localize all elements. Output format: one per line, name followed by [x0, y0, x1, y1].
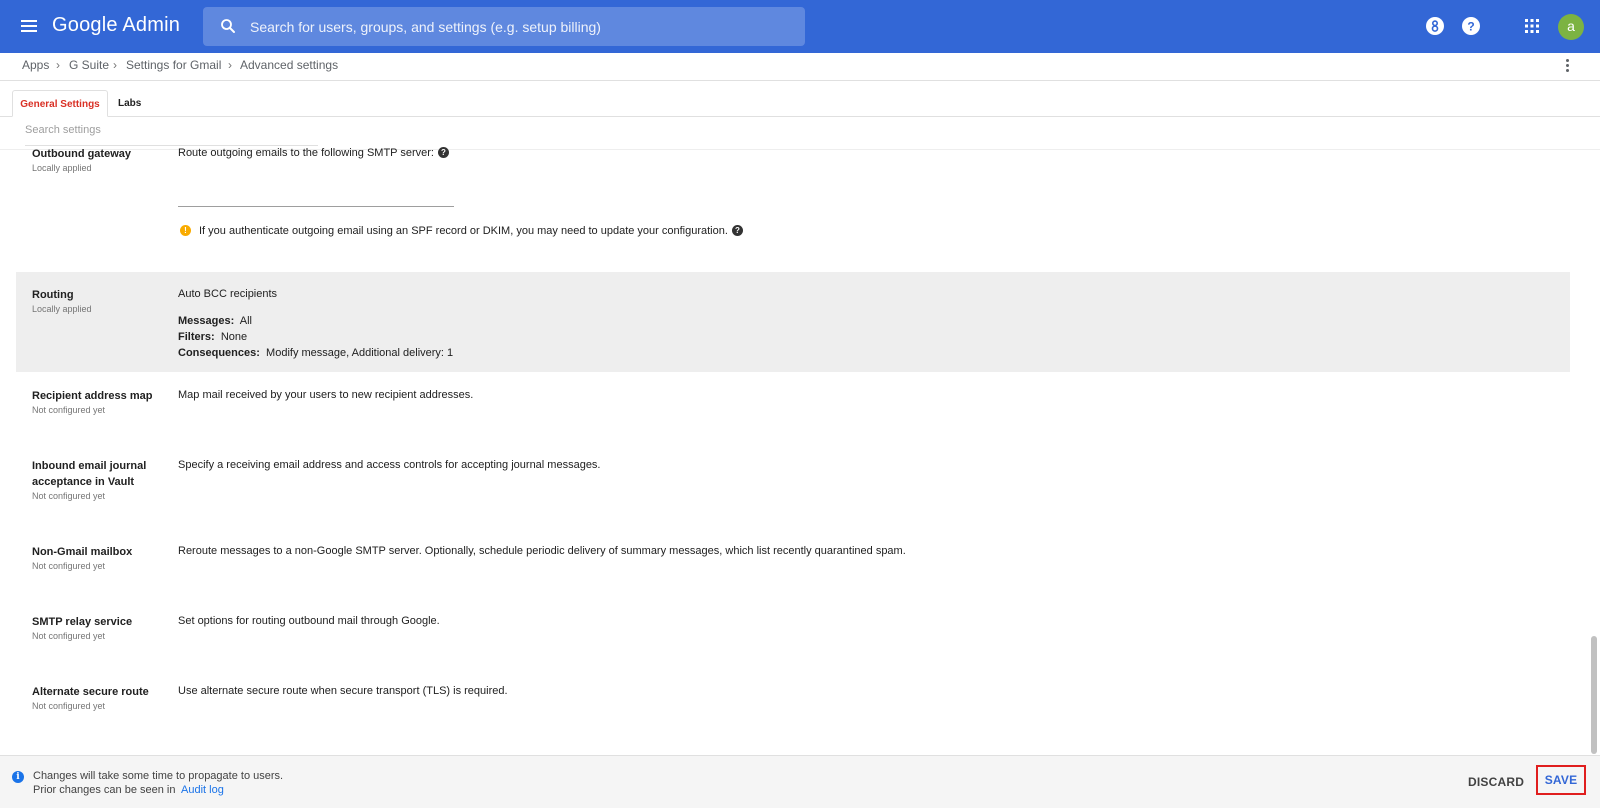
recipient-address-map-status: Not configured yet: [32, 405, 106, 415]
divider: [0, 80, 1600, 81]
routing-status: Locally applied: [32, 304, 92, 314]
discard-button[interactable]: DISCARD: [1468, 775, 1524, 789]
routing-title[interactable]: Routing: [32, 288, 74, 303]
routing-consequences-label: Consequences:: [178, 347, 260, 359]
search-icon: [221, 19, 235, 33]
non-gmail-mailbox-description[interactable]: Reroute messages to a non-Google SMTP se…: [178, 545, 906, 557]
settings-search-input[interactable]: Search settings: [25, 124, 315, 146]
info-icon: i: [12, 771, 24, 783]
help-icon[interactable]: ?: [731, 225, 743, 236]
smtp-relay-status: Not configured yet: [32, 631, 106, 641]
alternate-secure-route-title[interactable]: Alternate secure route: [32, 685, 149, 700]
routing-messages-label: Messages:: [178, 315, 235, 327]
breadcrumb-advanced-settings: Advanced settings: [240, 58, 339, 72]
inbound-journal-title-line1[interactable]: Inbound email journal: [32, 459, 146, 474]
tab-labs[interactable]: Labs: [118, 90, 141, 117]
recipient-address-map-title[interactable]: Recipient address map: [32, 389, 152, 404]
inbound-journal-description[interactable]: Specify a receiving email address and ac…: [178, 459, 601, 471]
outbound-gateway-warning: If you authenticate outgoing email using…: [199, 225, 743, 237]
outbound-gateway-status: Locally applied: [32, 163, 92, 173]
help-icon[interactable]: ?: [437, 147, 449, 158]
smtp-relay-description[interactable]: Set options for routing outbound mail th…: [178, 615, 440, 627]
recipient-address-map-description[interactable]: Map mail received by your users to new r…: [178, 389, 473, 401]
save-bar: i Changes will take some time to propaga…: [0, 755, 1600, 808]
app-title[interactable]: Google Admin: [52, 14, 180, 37]
main-menu-icon[interactable]: [18, 15, 40, 37]
routing-messages-value: All: [239, 315, 253, 327]
inbound-journal-status: Not configured yet: [32, 491, 106, 501]
search-placeholder: Search for users, groups, and settings (…: [250, 19, 601, 35]
routing-filters: Filters: None: [178, 331, 247, 343]
save-button[interactable]: SAVE: [1536, 765, 1586, 795]
svg-text:?: ?: [1467, 19, 1474, 33]
outbound-gateway-description-text: Route outgoing emails to the following S…: [178, 147, 434, 159]
chevron-right-icon: ›: [113, 58, 117, 72]
audit-notice-text: Prior changes can be seen in: [33, 784, 176, 796]
outbound-gateway-warning-text: If you authenticate outgoing email using…: [199, 225, 728, 237]
alternate-secure-route-status: Not configured yet: [32, 701, 106, 711]
outbound-gateway-description: Route outgoing emails to the following S…: [178, 147, 449, 159]
breadcrumb-apps[interactable]: Apps: [22, 58, 49, 72]
smtp-relay-title[interactable]: SMTP relay service: [32, 615, 132, 630]
avatar[interactable]: a: [1558, 14, 1584, 40]
audit-log-link[interactable]: Audit log: [181, 784, 224, 796]
routing-rule-name: Auto BCC recipients: [178, 288, 278, 300]
chevron-right-icon: ›: [228, 58, 232, 72]
search-input[interactable]: Search for users, groups, and settings (…: [203, 7, 805, 46]
support-icon[interactable]: [1425, 16, 1445, 36]
warning-icon: !: [180, 225, 191, 236]
outbound-gateway-title[interactable]: Outbound gateway: [32, 147, 131, 162]
routing-consequences: Consequences: Modify message, Additional…: [178, 347, 453, 359]
scrollbar-thumb[interactable]: [1591, 636, 1597, 754]
routing-consequences-value: Modify message, Additional delivery: 1: [266, 347, 454, 359]
tab-general-settings[interactable]: General Settings: [12, 90, 108, 117]
more-options-icon[interactable]: [1561, 57, 1573, 75]
help-icon[interactable]: ?: [1461, 16, 1481, 36]
breadcrumb-gsuite[interactable]: G Suite: [69, 58, 109, 72]
apps-grid-icon[interactable]: [1522, 16, 1542, 36]
routing-filters-label: Filters:: [178, 331, 215, 343]
top-app-bar: Google Admin Search for users, groups, a…: [0, 0, 1600, 53]
chevron-right-icon: ›: [56, 58, 60, 72]
smtp-server-input[interactable]: [178, 206, 454, 207]
routing-messages: Messages: All: [178, 315, 252, 327]
divider: [25, 145, 318, 146]
non-gmail-mailbox-status: Not configured yet: [32, 561, 106, 571]
divider: [0, 116, 1600, 117]
routing-filters-value: None: [220, 331, 248, 343]
alternate-secure-route-description[interactable]: Use alternate secure route when secure t…: [178, 685, 508, 697]
breadcrumb-gmail-settings[interactable]: Settings for Gmail: [126, 58, 221, 72]
non-gmail-mailbox-title[interactable]: Non-Gmail mailbox: [32, 545, 132, 560]
propagation-notice: Changes will take some time to propagate…: [33, 770, 284, 782]
inbound-journal-title-line2[interactable]: acceptance in Vault: [32, 475, 134, 490]
audit-notice: Prior changes can be seen in Audit log: [33, 784, 224, 796]
